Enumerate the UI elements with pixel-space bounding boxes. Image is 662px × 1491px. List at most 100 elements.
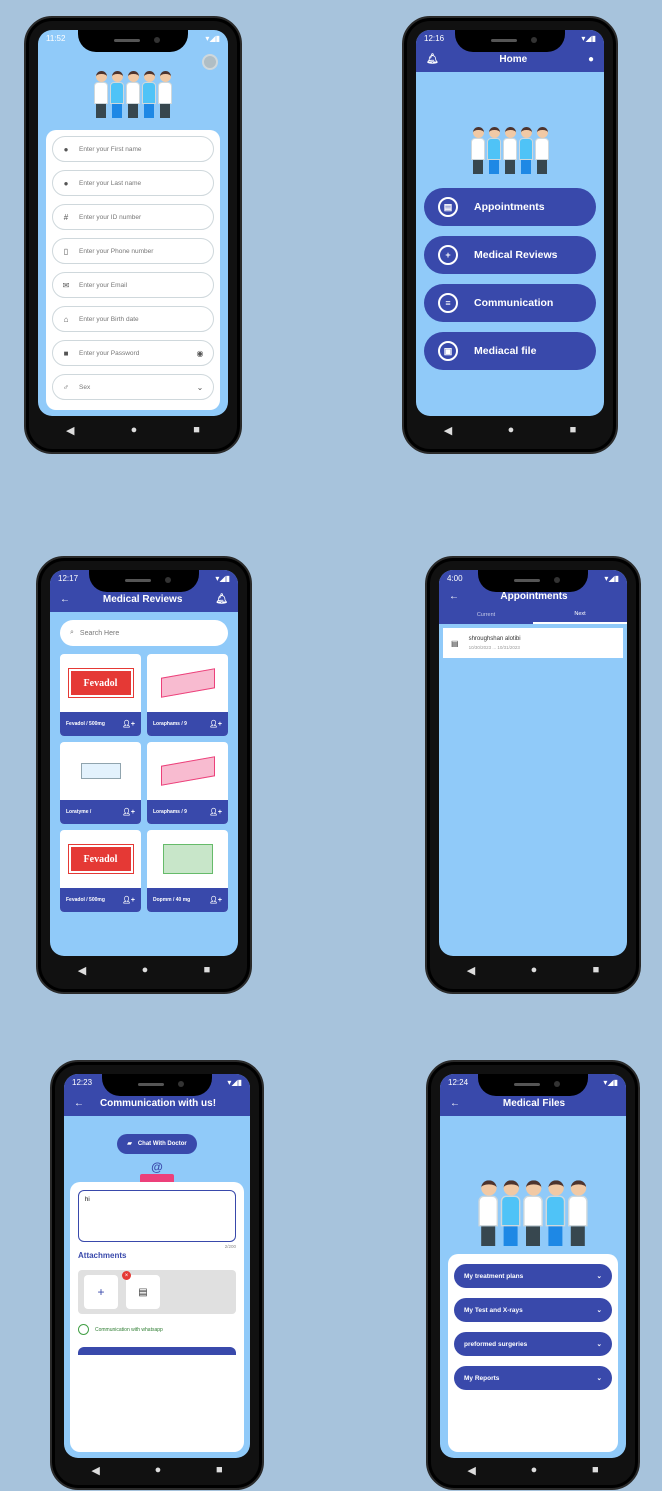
home-icon[interactable]: ● xyxy=(131,424,138,436)
medicine-image xyxy=(60,742,141,800)
whatsapp-label: Communication with whatsapp xyxy=(95,1326,163,1333)
person-icon: ● xyxy=(63,178,69,188)
recent-apps-icon[interactable]: ■ xyxy=(193,424,200,436)
add-person-icon[interactable]: 👤︎+ xyxy=(209,720,222,728)
medicine-image xyxy=(147,654,228,712)
add-person-icon[interactable]: 👤︎+ xyxy=(209,896,222,904)
message-textarea[interactable]: hi xyxy=(78,1190,236,1242)
recent-apps-icon[interactable]: ■ xyxy=(570,424,577,436)
form-field[interactable]: ✉ Enter your Email xyxy=(52,272,214,298)
add-person-icon[interactable]: 👤︎+ xyxy=(209,808,222,816)
field-placeholder: Enter your First name xyxy=(79,145,142,153)
medicine-card[interactable]: Fevadol Fevadol / 500mg 👤︎+ xyxy=(60,654,141,736)
back-icon[interactable]: ◀ xyxy=(467,1464,475,1477)
home-icon[interactable]: ● xyxy=(142,964,149,976)
add-person-icon[interactable]: 👤︎+ xyxy=(122,720,135,728)
hash-icon: # xyxy=(63,212,69,222)
back-icon[interactable]: ◀ xyxy=(66,424,74,437)
menu-button[interactable]: + Medical Reviews xyxy=(424,236,596,274)
attachment-file[interactable]: ▤ × xyxy=(122,1271,160,1309)
language-icon[interactable] xyxy=(202,54,218,70)
whatsapp-link[interactable]: Communication with whatsapp xyxy=(78,1324,236,1335)
tab-next[interactable]: Next xyxy=(533,606,627,624)
form-field[interactable]: ● Enter your First name xyxy=(52,136,214,162)
back-arrow-icon[interactable]: ← xyxy=(449,591,459,602)
chat-with-doctor-button[interactable]: ▰ Chat With Doctor xyxy=(117,1133,197,1154)
back-icon[interactable]: ◀ xyxy=(444,424,452,437)
medicine-card[interactable]: Loraphams / 9 👤︎+ xyxy=(147,742,228,824)
signal-icon: ▾◢▮ xyxy=(227,1077,242,1087)
form-field[interactable]: ⌂ Enter your Birth date xyxy=(52,306,214,332)
medicine-card[interactable]: Loratyme / 👤︎+ xyxy=(60,742,141,824)
home-icon[interactable]: ● xyxy=(531,1464,538,1476)
form-field[interactable]: # Enter your ID number xyxy=(52,204,214,230)
back-icon[interactable]: ◀ xyxy=(78,964,86,977)
eye-icon[interactable]: ◉ xyxy=(195,349,205,358)
menu-button[interactable]: ≡ Communication xyxy=(424,284,596,322)
tab-current[interactable]: Current xyxy=(439,606,533,624)
add-person-icon[interactable]: 👤︎+ xyxy=(122,808,135,816)
appointment-dates: 10/30/2023 ... 10/31/2023 xyxy=(468,645,520,650)
appointment-tabs: Current Next xyxy=(439,606,627,624)
file-category-label: My Reports xyxy=(464,1374,500,1382)
chevron-down-icon: ⌄ xyxy=(596,1273,602,1280)
medicine-name: Fevadol / 500mg xyxy=(66,721,105,727)
menu-button[interactable]: ▣ Mediacal file xyxy=(424,332,596,370)
add-attachment-button[interactable]: + xyxy=(84,1275,118,1309)
back-arrow-icon[interactable]: ← xyxy=(74,1098,84,1109)
search-input[interactable]: ⌕ Search Here xyxy=(60,620,228,646)
medicine-name: Loraphams / 9 xyxy=(153,721,187,727)
medicine-card[interactable]: Fevadol Fevadol / 500mg 👤︎+ xyxy=(60,830,141,912)
remove-attachment-icon[interactable]: × xyxy=(122,1271,131,1280)
recent-apps-icon[interactable]: ■ xyxy=(204,964,211,976)
profile-icon[interactable]: ● xyxy=(588,54,594,65)
system-nav-bar: ◀ ● ■ xyxy=(50,958,238,982)
form-field[interactable]: ▯ Enter your Phone number xyxy=(52,238,214,264)
field-placeholder: Enter your Email xyxy=(79,281,128,289)
file-category-dropdown[interactable]: preformed surgeries ⌄ xyxy=(454,1332,612,1356)
reviews-screen: 12:17 ▾◢▮ ← Medical Reviews 🔔︎ ⌕ Search H… xyxy=(50,570,238,956)
form-field[interactable]: ■ Enter your Password ◉ xyxy=(52,340,214,366)
home-icon[interactable]: ● xyxy=(531,964,538,976)
chat-icon: ▰ xyxy=(127,1141,132,1147)
medicine-label-bar: Dopmm / 40 mg 👤︎+ xyxy=(147,888,228,912)
bell-icon[interactable]: 🔔︎ xyxy=(215,594,228,605)
status-time: 11:52 xyxy=(46,33,66,43)
appointment-item[interactable]: ▤ shroughshan alotibi 10/30/2023 ... 10/… xyxy=(443,628,623,658)
back-icon[interactable]: ◀ xyxy=(467,964,475,977)
add-person-icon[interactable]: 👤︎+ xyxy=(122,896,135,904)
phone-communication: 12:23 ▾◢▮ ← Communication with us! ▰ Chat… xyxy=(50,1060,264,1490)
file-category-dropdown[interactable]: My Test and X-rays ⌄ xyxy=(454,1298,612,1322)
form-field[interactable]: ● Enter your Last name xyxy=(52,170,214,196)
back-icon[interactable]: ◀ xyxy=(91,1464,99,1477)
home-icon[interactable]: ● xyxy=(155,1464,162,1476)
recent-apps-icon[interactable]: ■ xyxy=(216,1464,223,1476)
gender-icon: ♂ xyxy=(63,382,69,392)
recent-apps-icon[interactable]: ■ xyxy=(592,1464,599,1476)
medicine-box xyxy=(160,668,215,698)
file-category-dropdown[interactable]: My treatment plans ⌄ xyxy=(454,1264,612,1288)
menu-button[interactable]: ▤ Appointments xyxy=(424,188,596,226)
bell-icon[interactable]: 🔔︎ xyxy=(426,54,439,65)
form-field[interactable]: ♂ Sex ⌄ xyxy=(52,374,214,400)
file-category-dropdown[interactable]: My Reports ⌄ xyxy=(454,1366,612,1390)
file-category-label: My treatment plans xyxy=(464,1272,524,1280)
medicine-card[interactable]: Dopmm / 40 mg 👤︎+ xyxy=(147,830,228,912)
status-time: 12:23 xyxy=(72,1077,93,1087)
send-button[interactable] xyxy=(78,1347,236,1355)
char-counter: 2/200 xyxy=(224,1244,236,1249)
medicine-box xyxy=(80,763,121,779)
status-time: 12:16 xyxy=(424,33,445,43)
medicine-name: Loraphams / 9 xyxy=(153,809,187,815)
chevron-down-icon: ⌄ xyxy=(596,1307,602,1314)
chat-icon: ≡ xyxy=(438,293,458,313)
search-icon: ⌕ xyxy=(70,629,74,636)
recent-apps-icon[interactable]: ■ xyxy=(593,964,600,976)
chevron-down-icon[interactable]: ⌄ xyxy=(195,383,205,392)
medicine-card[interactable]: Loraphams / 9 👤︎+ xyxy=(147,654,228,736)
back-arrow-icon[interactable]: ← xyxy=(60,594,70,605)
medicine-label-bar: Loratyme / 👤︎+ xyxy=(60,800,141,824)
home-icon[interactable]: ● xyxy=(508,424,515,436)
phone-icon: ▯ xyxy=(63,246,69,256)
medicine-label-bar: Loraphams / 9 👤︎+ xyxy=(147,800,228,824)
